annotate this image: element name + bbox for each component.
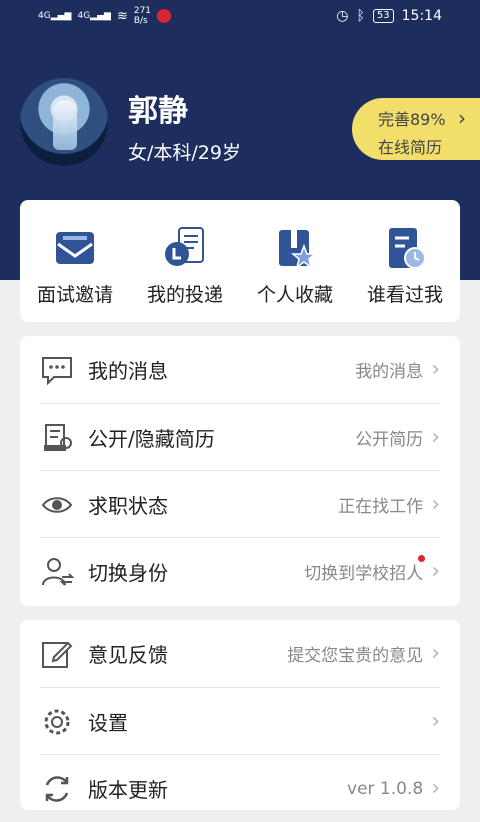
status-eye-icon bbox=[40, 488, 74, 522]
chevron-right-icon: › bbox=[431, 641, 440, 666]
chevron-right-icon: › bbox=[431, 559, 440, 584]
resume-send-icon bbox=[161, 224, 209, 272]
battery-indicator: 53 bbox=[372, 9, 394, 23]
gear-icon bbox=[40, 705, 74, 739]
clock: 15:14 bbox=[401, 8, 442, 24]
online-resume-button[interactable]: 完善89% 在线简历 › bbox=[352, 98, 480, 160]
alarm-icon: ◷ bbox=[336, 8, 349, 24]
bluetooth-icon: ᛒ bbox=[356, 8, 365, 24]
menu-item-switch-identity[interactable]: 切换身份 切换到学校招人 › bbox=[40, 537, 440, 605]
quick-actions-card: 面试邀请 我的投递 个人收藏 谁看过我 bbox=[20, 200, 460, 322]
chevron-right-icon: › bbox=[431, 425, 440, 450]
chevron-right-icon: › bbox=[431, 709, 440, 734]
menu-item-job-status[interactable]: 求职状态 正在找工作 › bbox=[40, 470, 440, 538]
menu-value-text: 切换到学校招人 bbox=[304, 564, 424, 584]
chevron-right-icon: › bbox=[431, 492, 440, 517]
quick-action-interview-invite[interactable]: 面试邀请 bbox=[20, 200, 130, 307]
network-signal-2: 4G▂▄▆ bbox=[77, 10, 111, 21]
menu-label: 切换身份 bbox=[88, 561, 168, 585]
quick-action-label: 面试邀请 bbox=[36, 284, 113, 306]
menu-value: ver 1.0.8 bbox=[347, 778, 424, 799]
quick-action-my-applications[interactable]: 我的投递 bbox=[130, 200, 240, 307]
menu-item-feedback[interactable]: 意见反馈 提交您宝贵的意见 › bbox=[40, 620, 440, 687]
avatar[interactable] bbox=[20, 78, 108, 166]
menu-label: 版本更新 bbox=[88, 778, 168, 802]
chevron-right-icon: › bbox=[458, 106, 466, 130]
notification-app-icon bbox=[157, 9, 172, 23]
notification-dot bbox=[418, 555, 426, 562]
network-signal-1: 4G▂▄▆ bbox=[38, 10, 72, 21]
refresh-icon bbox=[40, 772, 74, 806]
menu-label: 意见反馈 bbox=[88, 643, 168, 667]
resume-label: 在线简历 bbox=[378, 138, 443, 157]
user-name: 郭静 bbox=[128, 94, 188, 129]
menu-value: 公开简历 bbox=[355, 430, 424, 450]
menu-label: 我的消息 bbox=[88, 359, 168, 383]
menu-item-version-update[interactable]: 版本更新 ver 1.0.8 › bbox=[40, 754, 440, 822]
quick-action-who-viewed-me[interactable]: 谁看过我 bbox=[350, 200, 460, 307]
document-clock-icon bbox=[381, 224, 429, 272]
menu-value: 正在找工作 bbox=[338, 497, 424, 517]
menu-group-2: 意见反馈 提交您宝贵的意见 › 设置 › 版本更新 ver 1.0.8 › bbox=[20, 620, 460, 810]
status-bar: 4G▂▄▆ 4G▂▄▆ ≋ 271 B/s ◷ ᛒ 53 15:14 bbox=[0, 0, 480, 36]
message-icon bbox=[40, 353, 74, 387]
status-right: ◷ ᛒ 53 15:14 bbox=[336, 8, 442, 24]
chevron-right-icon: › bbox=[431, 357, 440, 382]
quick-action-label: 我的投递 bbox=[146, 284, 223, 306]
quick-action-label: 谁看过我 bbox=[366, 284, 443, 306]
switch-user-icon bbox=[40, 555, 75, 589]
quick-action-label: 个人收藏 bbox=[256, 284, 333, 306]
quick-action-favorites[interactable]: 个人收藏 bbox=[240, 200, 350, 307]
wifi-icon: ≋ bbox=[116, 8, 128, 24]
menu-label: 公开/隐藏简历 bbox=[88, 427, 215, 451]
menu-label: 设置 bbox=[88, 711, 128, 735]
menu-label: 求职状态 bbox=[88, 494, 168, 518]
chevron-right-icon: › bbox=[431, 776, 440, 801]
menu-item-settings[interactable]: 设置 › bbox=[40, 687, 440, 755]
bookmark-star-icon bbox=[271, 224, 319, 272]
status-left: 4G▂▄▆ 4G▂▄▆ ≋ 271 B/s bbox=[38, 6, 172, 26]
user-meta: 女/本科/29岁 bbox=[128, 142, 241, 164]
mail-icon bbox=[51, 224, 99, 272]
menu-item-resume-visibility[interactable]: 公开/隐藏简历 公开简历 › bbox=[40, 403, 440, 471]
menu-group-1: 我的消息 我的消息 › 公开/隐藏简历 公开简历 › 求职状态 正在找工作 › bbox=[20, 336, 460, 606]
menu-value: 提交您宝贵的意见 bbox=[287, 646, 424, 666]
resume-visibility-icon bbox=[40, 421, 74, 455]
data-rate: 271 B/s bbox=[133, 6, 152, 26]
menu-value: 我的消息 bbox=[355, 362, 424, 382]
edit-icon bbox=[40, 637, 74, 671]
menu-value: 切换到学校招人 bbox=[304, 555, 426, 584]
profile-summary: 郭静 女/本科/29岁 完善89% 在线简历 › bbox=[20, 78, 480, 174]
menu-item-my-messages[interactable]: 我的消息 我的消息 › bbox=[40, 336, 440, 403]
